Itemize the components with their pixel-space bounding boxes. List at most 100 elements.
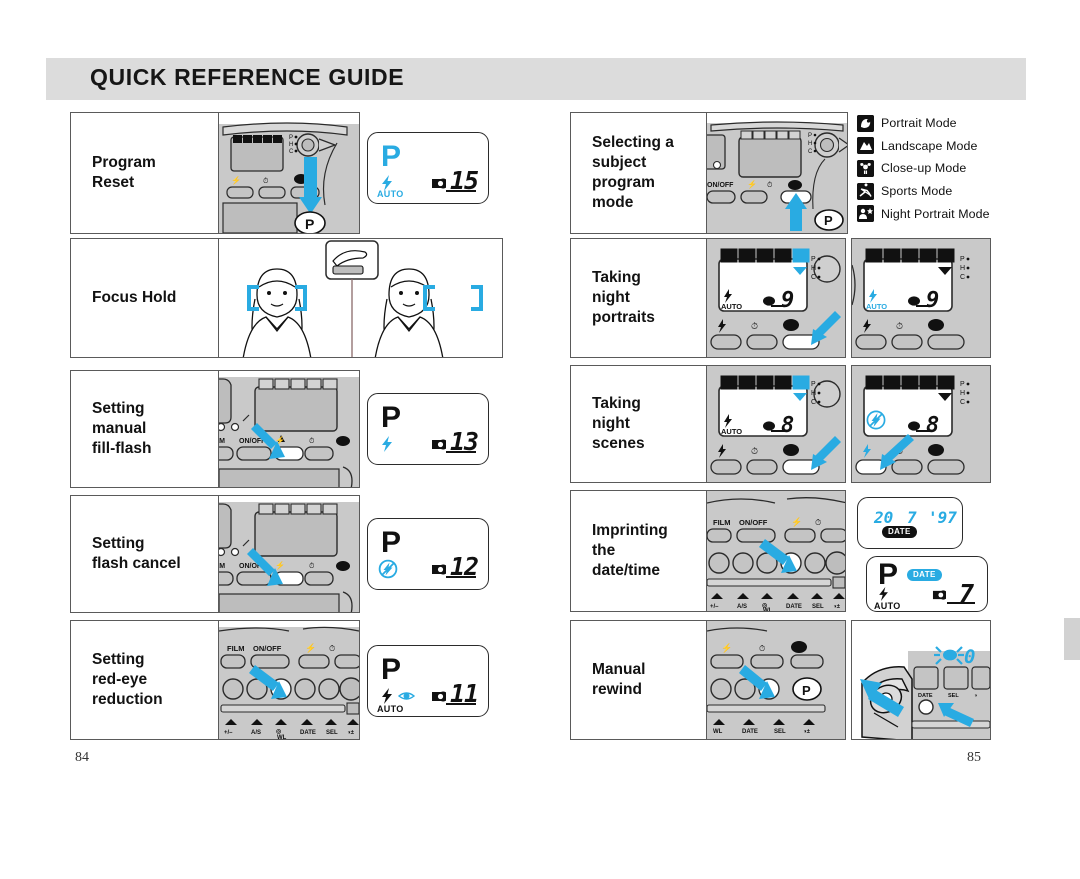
page-number-right: 85 (967, 750, 981, 765)
svg-text:DATE: DATE (918, 693, 933, 699)
svg-text:⚡: ⚡ (721, 642, 732, 654)
lcd-red-eye: P AUTO 11 (367, 645, 489, 717)
svg-text:ON/OFF: ON/OFF (253, 644, 282, 653)
svg-text:8: 8 (926, 413, 939, 438)
svg-text:P: P (808, 133, 812, 139)
svg-text:+/–: +/– (710, 604, 719, 610)
legend-label: Landscape Mode (881, 138, 978, 153)
lcd-mode-letter: P (381, 653, 402, 686)
label-setting-manual-fill-flash-text: Setting manual fill-flash (92, 400, 152, 457)
mode-legend: Portrait Mode Landscape Mode Close-up Mo… (857, 112, 1027, 225)
legend-item: Landscape Mode (857, 135, 1027, 158)
svg-text:+/–: +/– (224, 730, 233, 736)
label-imprinting-date-time-text: Imprinting the date/time (592, 522, 668, 579)
svg-text:⏱: ⏱ (309, 562, 315, 570)
label-focus-hold-text: Focus Hold (92, 289, 177, 306)
svg-text:H: H (960, 390, 965, 397)
camera-illustration-fill-flash: LM ON/OFF ⚡ ⏱ (218, 370, 360, 488)
flash-auto-icon (382, 688, 392, 704)
svg-text:DATE: DATE (742, 729, 758, 735)
flash-auto-icon (879, 587, 888, 601)
svg-text:SEL: SEL (812, 604, 824, 610)
svg-text:C: C (289, 149, 294, 155)
flash-cancel-icon (378, 559, 398, 579)
svg-text:P: P (960, 256, 965, 263)
landscape-mode-icon (857, 137, 874, 155)
label-selecting-subject-program-mode-text: Selecting a subject program mode (592, 134, 674, 211)
label-program-reset-text: Program Reset (92, 154, 156, 191)
svg-text:⚡: ⚡ (747, 179, 757, 189)
legend-item: Night Portrait Mode (857, 202, 1027, 225)
svg-text:P: P (289, 135, 293, 141)
svg-text:H: H (289, 142, 293, 148)
lcd-fill-flash: P 13 (367, 393, 489, 465)
svg-text:ON/OFF: ON/OFF (707, 182, 734, 189)
svg-text:H: H (808, 141, 812, 147)
svg-text:P: P (811, 256, 816, 263)
svg-text:DATE: DATE (786, 604, 802, 610)
svg-text:⏱: ⏱ (751, 446, 758, 456)
svg-text:⚡: ⚡ (305, 642, 316, 654)
svg-text:⏱: ⏱ (896, 321, 903, 331)
camera-panel-night-portraits-before: AUTO 9 P H C ⏱ (706, 238, 846, 358)
date-day: 20 (874, 508, 894, 527)
svg-text:⏱: ⏱ (263, 177, 269, 185)
lcd-mode-letter: P (878, 558, 899, 591)
legend-label: Close-up Mode (881, 161, 967, 176)
lcd-mode-letter: P (381, 140, 402, 173)
camera-illustration-imprinting: FILM ON/OFF ⚡ ⏱ +/– A/S ◎ WL DATE SEL ◑± (706, 490, 846, 612)
label-manual-rewind-text: Manual rewind (592, 661, 646, 698)
camera-illustration-program-reset: P H C ⚡ ⏱ P (218, 112, 360, 234)
svg-text:ON/OFF: ON/OFF (739, 518, 768, 527)
svg-text:LM: LM (219, 438, 225, 445)
lcd-auto-text: AUTO (874, 601, 901, 611)
svg-text:◑±: ◑± (833, 604, 841, 610)
lcd-auto-text: AUTO (377, 189, 404, 199)
svg-text:⚡: ⚡ (275, 560, 285, 570)
flash-fill-icon (382, 436, 392, 452)
lcd-program-reset: P AUTO 15 (367, 132, 489, 204)
night-portrait-mode-icon (857, 205, 874, 223)
svg-text:P: P (960, 381, 965, 388)
svg-text:C: C (960, 399, 965, 406)
legend-item: Portrait Mode (857, 112, 1027, 135)
page-edge-tab (1064, 618, 1080, 660)
page-title: QUICK REFERENCE GUIDE (90, 64, 405, 90)
illustration-focus-hold (218, 238, 503, 358)
svg-text:9: 9 (781, 288, 794, 313)
svg-text:◑: ◑ (974, 693, 977, 699)
svg-text:C: C (811, 274, 816, 281)
page-number-left: 84 (75, 750, 89, 765)
svg-text:P: P (305, 216, 314, 232)
rewind-counter-value: 0 (964, 646, 975, 668)
svg-text:◑±: ◑± (803, 729, 811, 735)
lcd-date-badge: DATE (907, 569, 942, 581)
svg-text:AUTO: AUTO (866, 302, 887, 311)
date-imprint-readout: 20 7 '97 DATE (857, 497, 963, 549)
svg-text:H: H (811, 390, 816, 397)
svg-text:SEL: SEL (326, 730, 338, 736)
svg-text:⚡: ⚡ (791, 516, 802, 528)
camera-panel-night-scenes-after: 8 P H C ⏱ (851, 365, 991, 483)
label-program-reset: Program Reset (70, 112, 222, 234)
svg-text:8: 8 (781, 413, 794, 438)
svg-text:WL: WL (277, 735, 287, 740)
svg-text:◑±: ◑± (347, 730, 355, 736)
lcd-mode-letter: P (381, 401, 402, 434)
camera-illustration-manual-rewind-button: ⚡ ⏱ P WL DATE SEL ◑± (706, 620, 846, 740)
svg-text:H: H (960, 265, 965, 272)
sports-mode-icon (857, 182, 874, 200)
svg-text:A/S: A/S (251, 730, 261, 736)
legend-label: Night Portrait Mode (881, 206, 990, 221)
label-taking-night-portraits: Taking night portraits (570, 238, 710, 358)
svg-text:P: P (824, 213, 833, 228)
label-setting-red-eye-reduction: Setting red-eye reduction (70, 620, 222, 740)
svg-text:AUTO: AUTO (721, 427, 742, 436)
label-selecting-subject-program-mode: Selecting a subject program mode (570, 112, 710, 234)
label-setting-flash-cancel-text: Setting flash cancel (92, 535, 181, 572)
lcd-mode-letter: P (381, 526, 402, 559)
legend-item: Sports Mode (857, 180, 1027, 203)
svg-text:P: P (802, 683, 811, 698)
svg-text:C: C (808, 149, 813, 155)
svg-text:⏱: ⏱ (767, 181, 773, 189)
